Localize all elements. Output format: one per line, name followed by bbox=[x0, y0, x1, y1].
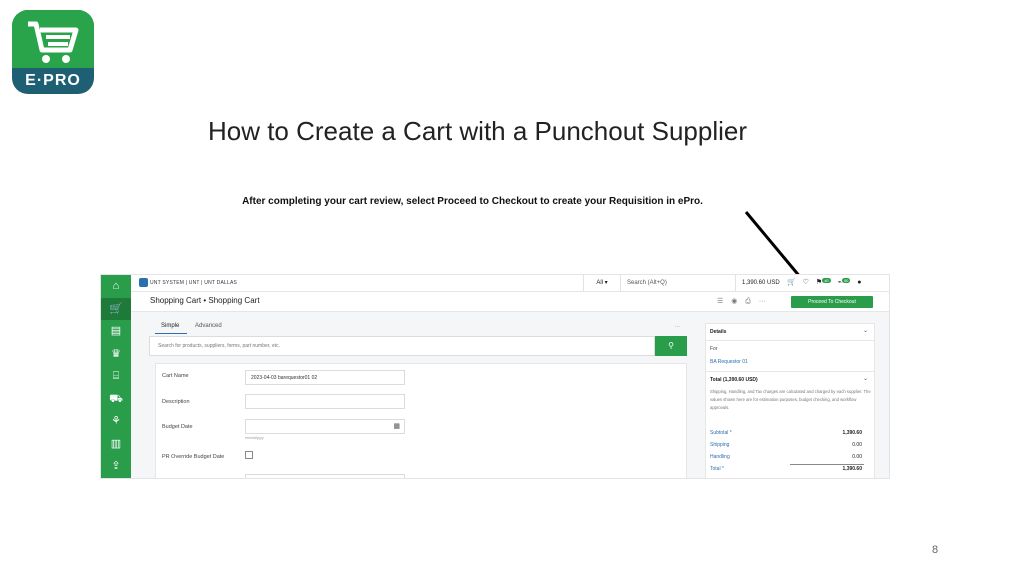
more-icon[interactable]: ··· bbox=[759, 298, 766, 305]
chevron-down-icon[interactable]: ⌄ bbox=[863, 327, 868, 334]
product-search-input[interactable]: Search for products, suppliers, forms, p… bbox=[149, 336, 655, 356]
handshake-icon[interactable]: ⚘ bbox=[101, 410, 131, 433]
extra-input[interactable] bbox=[245, 474, 405, 478]
top-icons: 🛒 ♡ ⚑ 40 ⌁ 50 ● bbox=[787, 278, 866, 286]
details-panel: Details ⌄ For BA Requestor 01 Total (1,3… bbox=[705, 323, 875, 478]
title-actions: ☰ ◉ ⎙ ··· bbox=[717, 297, 772, 306]
reports-icon[interactable]: ▥ bbox=[101, 433, 131, 456]
slide-title: How to Create a Cart with a Punchout Sup… bbox=[207, 116, 748, 146]
description-label: Description bbox=[162, 399, 190, 405]
main-panel: Simple Advanced ... Search for products,… bbox=[149, 319, 689, 478]
chevron-down-icon[interactable]: ⌄ bbox=[863, 375, 868, 382]
user-icon[interactable]: ● bbox=[857, 279, 861, 286]
search-tabs: Simple Advanced bbox=[155, 323, 230, 334]
flag-icon[interactable]: ⚑ 40 bbox=[816, 278, 831, 286]
calendar-icon[interactable]: ▦ bbox=[393, 420, 400, 434]
title-bar: Shopping Cart • Shopping Cart ☰ ◉ ⎙ ··· … bbox=[131, 292, 889, 312]
favorites-icon[interactable]: ♡ bbox=[803, 279, 809, 286]
handling-label[interactable]: Handling bbox=[710, 454, 730, 460]
proceed-to-checkout-button[interactable]: Proceed To Checkout bbox=[791, 296, 873, 308]
breadcrumb: Shopping Cart • Shopping Cart bbox=[150, 296, 260, 305]
description-input[interactable] bbox=[245, 394, 405, 409]
shipping-value: 0.00 bbox=[852, 442, 862, 448]
print-icon[interactable]: ⎙ bbox=[745, 298, 751, 305]
total-title: Total (1,390.60 USD) bbox=[710, 377, 758, 383]
search-icon: ⚲ bbox=[668, 341, 674, 350]
cart-name-input[interactable]: 2023-04-03 barequestor01 02 bbox=[245, 370, 405, 385]
unt-logo-icon bbox=[139, 278, 148, 287]
cart-form: Cart Name 2023-04-03 barequestor01 02 De… bbox=[155, 363, 687, 478]
cart-amount[interactable]: 1,390.60 USD bbox=[735, 275, 780, 291]
details-title: Details bbox=[710, 329, 727, 335]
home-icon[interactable]: ⌂ bbox=[101, 275, 131, 298]
cart-name-label: Cart Name bbox=[162, 373, 189, 379]
tab-more-icon[interactable]: ... bbox=[675, 323, 680, 329]
list-icon[interactable]: ☰ bbox=[717, 298, 723, 305]
cart-icon[interactable]: 🛒 bbox=[787, 279, 796, 286]
epro-screenshot: ⌂ 🛒 ▤ ♛ ⌸ ⛟ ⚘ ▥ ⇪ UNT SYSTEM | UNT | UNT… bbox=[100, 274, 890, 479]
handling-value: 0.00 bbox=[852, 454, 862, 460]
approvals-icon[interactable]: ♛ bbox=[101, 343, 131, 366]
search-scope-select[interactable]: All ▾ bbox=[583, 275, 621, 291]
budget-date-hint: mm/dd/yyyy bbox=[245, 436, 264, 440]
slide-subtitle: After completing your cart review, selec… bbox=[242, 196, 703, 207]
override-label: PR Override Budget Date bbox=[162, 454, 225, 460]
notifications-icon[interactable]: ⌁ 50 bbox=[838, 278, 851, 286]
cart-logo-icon bbox=[28, 21, 79, 63]
left-nav-rail: ⌂ 🛒 ▤ ♛ ⌸ ⛟ ⚘ ▥ ⇪ bbox=[101, 275, 131, 478]
subtotal-label[interactable]: Subtotal * bbox=[710, 430, 732, 436]
override-checkbox[interactable] bbox=[245, 451, 253, 459]
shipping-label[interactable]: Shipping bbox=[710, 442, 729, 448]
cart-nav-icon[interactable]: 🛒 bbox=[101, 297, 131, 320]
global-search-input[interactable]: Search (Alt+Q) bbox=[627, 275, 717, 291]
total-label[interactable]: Total * bbox=[710, 466, 724, 472]
bank-icon[interactable]: ⌸ bbox=[101, 365, 131, 388]
suppliers-icon[interactable]: ⛟ bbox=[101, 388, 131, 411]
budget-date-label: Budget Date bbox=[162, 424, 193, 430]
for-value-link[interactable]: BA Requestor 01 bbox=[710, 359, 748, 365]
subtotal-value: 1,390.60 bbox=[842, 430, 862, 436]
view-icon[interactable]: ◉ bbox=[731, 298, 737, 305]
brand-logos: UNT SYSTEM | UNT | UNT DALLAS bbox=[139, 278, 237, 287]
epro-logo: E·PRO bbox=[12, 10, 94, 94]
tab-advanced[interactable]: Advanced bbox=[189, 323, 230, 333]
page-number: 8 bbox=[932, 544, 939, 556]
logo-text: E·PRO bbox=[25, 72, 81, 89]
tab-simple[interactable]: Simple bbox=[155, 323, 188, 334]
documents-icon[interactable]: ▤ bbox=[101, 320, 131, 343]
for-label: For bbox=[710, 346, 718, 352]
total-value: 1,390.60 bbox=[842, 466, 862, 472]
export-icon[interactable]: ⇪ bbox=[101, 455, 131, 478]
search-button[interactable]: ⚲ bbox=[655, 336, 687, 356]
shipping-note: Shipping, Handling, and Tax charges are … bbox=[710, 389, 871, 410]
budget-date-input[interactable]: ▦ bbox=[245, 419, 405, 434]
slide: E·PRO How to Create a Cart with a Puncho… bbox=[0, 0, 1024, 576]
top-bar: UNT SYSTEM | UNT | UNT DALLAS All ▾ Sear… bbox=[131, 275, 889, 292]
